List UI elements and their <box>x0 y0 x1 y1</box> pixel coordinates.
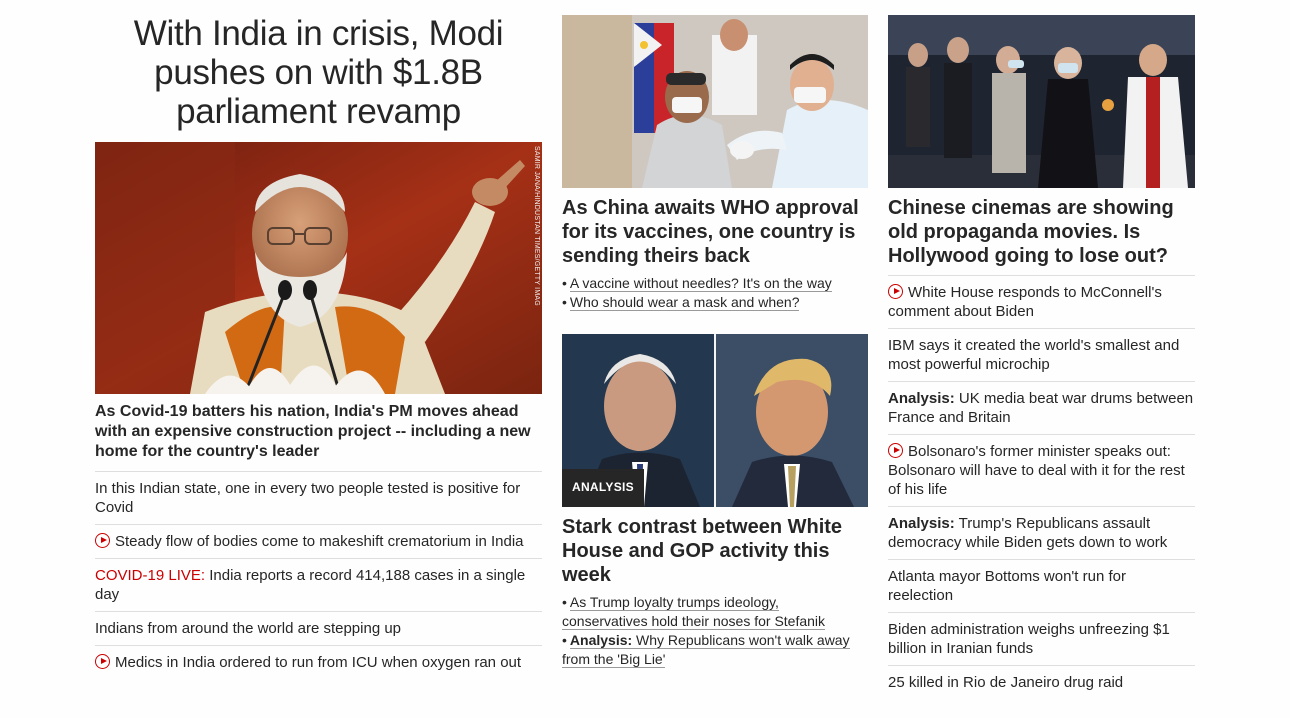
bullet: • <box>562 275 567 291</box>
contrast-story-title[interactable]: Stark contrast between White House and G… <box>562 515 868 587</box>
sub-link[interactable]: As Trump loyalty trumps ideology, conser… <box>562 594 826 630</box>
vaccine-sub-links: • A vaccine without needles? It's on the … <box>562 274 868 312</box>
bullet: • <box>562 594 567 610</box>
list-item[interactable]: COVID-19 LIVE: India reports a record 41… <box>95 558 542 611</box>
lead-related-links: In this Indian state, one in every two p… <box>95 471 542 679</box>
list-item[interactable]: White House responds to McConnell's comm… <box>888 275 1195 328</box>
bullet: • <box>562 294 567 310</box>
play-icon <box>95 533 110 548</box>
link-text[interactable]: Steady flow of bodies come to makeshift … <box>115 533 524 550</box>
vaccine-story-title[interactable]: As China awaits WHO approval for its vac… <box>562 196 868 268</box>
link-text[interactable]: Atlanta mayor Bottoms won't run for reel… <box>888 568 1126 604</box>
middle-column: As China awaits WHO approval for its vac… <box>562 0 868 669</box>
analysis-label: Analysis: <box>569 632 633 648</box>
contrast-story-image[interactable]: ANALYSIS <box>562 334 868 507</box>
list-item[interactable]: Bolsonaro's former minister speaks out: … <box>888 434 1195 506</box>
play-icon <box>95 654 110 669</box>
sub-link[interactable]: Who should wear a mask and when? <box>569 294 800 311</box>
link-text[interactable]: In this Indian state, one in every two p… <box>95 480 520 516</box>
headline-list: White House responds to McConnell's comm… <box>888 275 1195 699</box>
modi-speech-photo <box>95 142 542 394</box>
sub-link-item[interactable]: • Analysis: Why Republicans won't walk aw… <box>562 631 868 669</box>
list-item[interactable]: Steady flow of bodies come to makeshift … <box>95 524 542 558</box>
right-column: Chinese cinemas are showing old propagan… <box>888 0 1195 699</box>
bullet: • <box>562 632 567 648</box>
sub-link-item[interactable]: • As Trump loyalty trumps ideology, conse… <box>562 593 868 631</box>
photo-credit: SAMIR JANA/HINDUSTAN TIMES/GETTY IMAGES <box>533 146 540 306</box>
play-icon <box>888 443 903 458</box>
list-item[interactable]: IBM says it created the world's smallest… <box>888 328 1195 381</box>
link-text[interactable]: Medics in India ordered to run from ICU … <box>115 654 521 671</box>
link-text[interactable]: Indians from around the world are steppi… <box>95 620 401 637</box>
news-page: With India in crisis, Modi pushes on wit… <box>0 0 1290 718</box>
contrast-sub-links: • As Trump loyalty trumps ideology, conse… <box>562 593 868 669</box>
cinema-story-image[interactable] <box>888 15 1195 188</box>
list-item[interactable]: 25 killed in Rio de Janeiro drug raid <box>888 665 1195 699</box>
list-item[interactable]: In this Indian state, one in every two p… <box>95 471 542 524</box>
sub-link-item[interactable]: • A vaccine without needles? It's on the … <box>562 274 868 293</box>
sub-link[interactable]: Analysis: Why Republicans won't walk awa… <box>562 632 850 668</box>
analysis-badge: ANALYSIS <box>562 469 644 507</box>
link-text[interactable]: Biden administration weighs unfreezing $… <box>888 621 1170 657</box>
link-text[interactable]: Bolsonaro's former minister speaks out: … <box>888 443 1185 498</box>
link-text[interactable]: IBM says it created the world's smallest… <box>888 337 1179 373</box>
lead-image[interactable]: SAMIR JANA/HINDUSTAN TIMES/GETTY IMAGES <box>95 142 542 394</box>
lead-headline[interactable]: With India in crisis, Modi pushes on wit… <box>95 14 542 131</box>
link-text[interactable]: 25 killed in Rio de Janeiro drug raid <box>888 674 1123 691</box>
lead-story-column: With India in crisis, Modi pushes on wit… <box>95 0 542 679</box>
sub-link[interactable]: A vaccine without needles? It's on the w… <box>569 275 832 292</box>
live-label: COVID-19 LIVE: <box>95 567 206 584</box>
cinema-queue-photo <box>888 15 1195 188</box>
list-item[interactable]: Biden administration weighs unfreezing $… <box>888 612 1195 665</box>
vaccination-photo <box>562 15 868 188</box>
analysis-label: Analysis: <box>888 390 955 407</box>
list-item[interactable]: Atlanta mayor Bottoms won't run for reel… <box>888 559 1195 612</box>
list-item[interactable]: Analysis: Trump's Republicans assault de… <box>888 506 1195 559</box>
link-text[interactable]: White House responds to McConnell's comm… <box>888 284 1162 320</box>
list-item[interactable]: Analysis: UK media beat war drums betwee… <box>888 381 1195 434</box>
list-item[interactable]: Indians from around the world are steppi… <box>95 611 542 645</box>
vaccine-story-image[interactable] <box>562 15 868 188</box>
lead-summary[interactable]: As Covid-19 batters his nation, India's … <box>95 402 542 462</box>
play-icon <box>888 284 903 299</box>
cinema-story-title[interactable]: Chinese cinemas are showing old propagan… <box>888 196 1195 268</box>
analysis-label: Analysis: <box>888 515 955 532</box>
sub-link-item[interactable]: • Who should wear a mask and when? <box>562 293 868 312</box>
list-item[interactable]: Medics in India ordered to run from ICU … <box>95 645 542 679</box>
